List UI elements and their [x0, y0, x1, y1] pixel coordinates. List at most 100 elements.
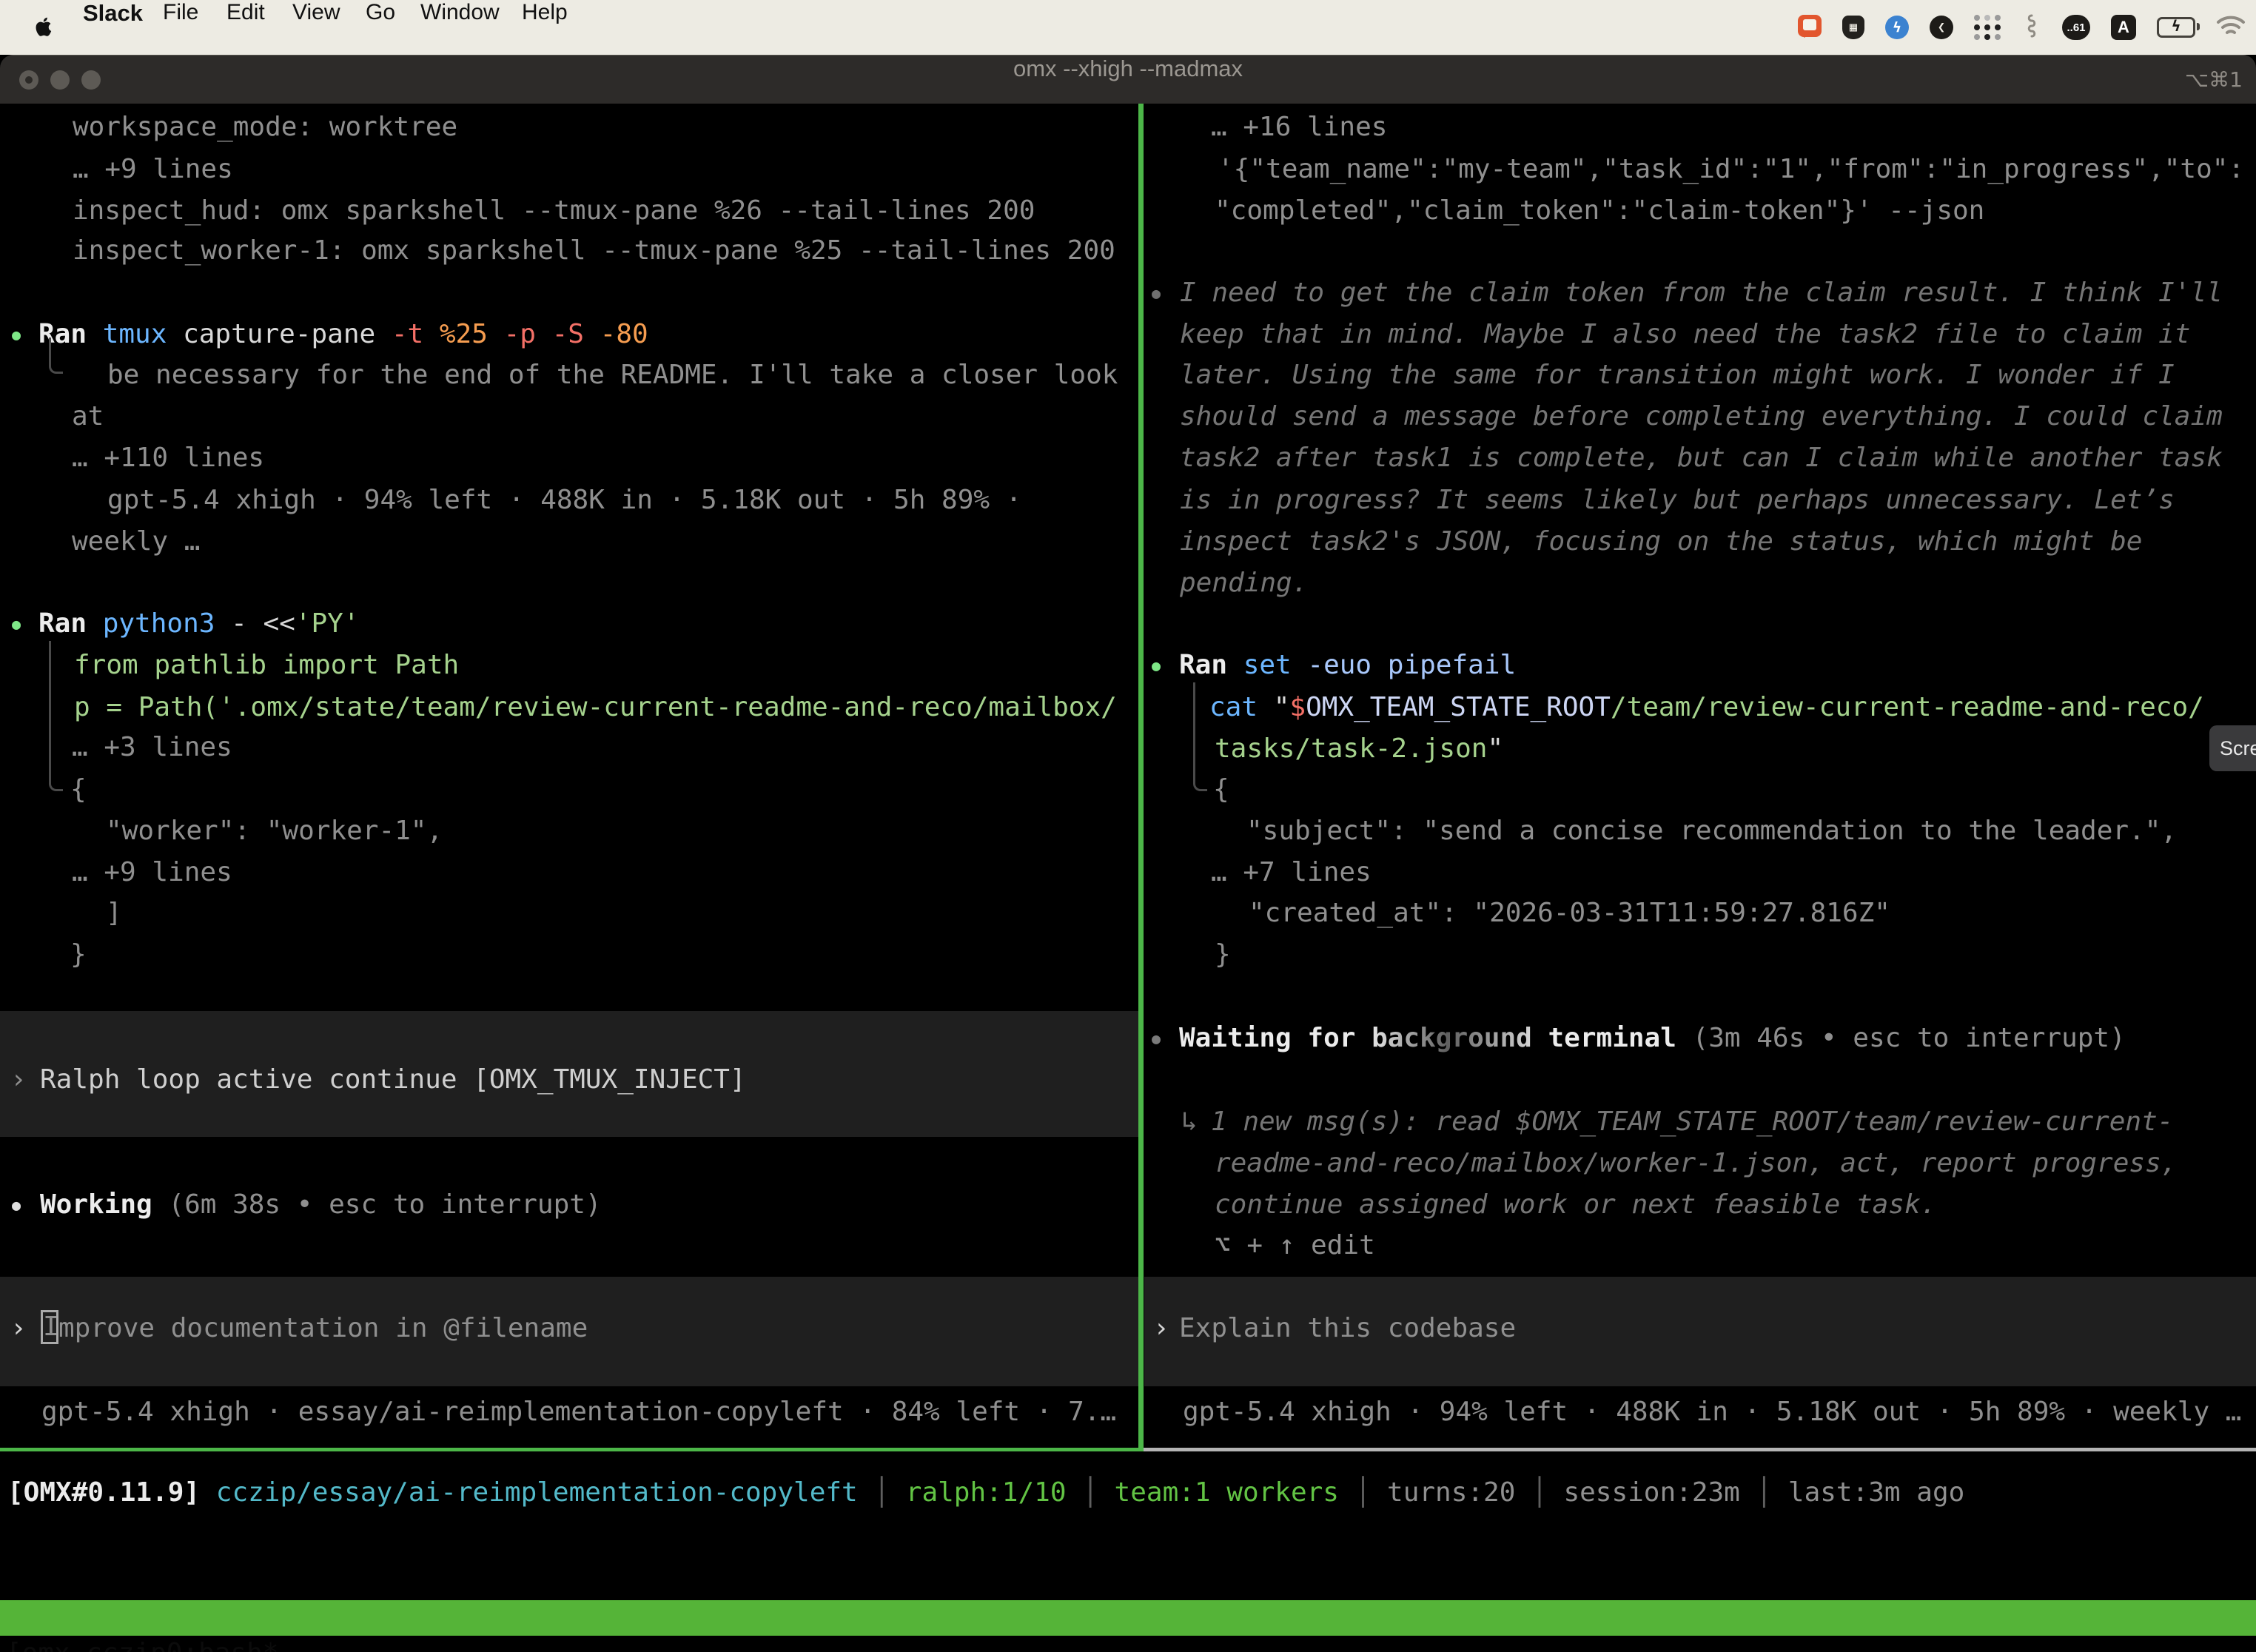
edit-hint: ⌥ + ↑ edit — [1215, 1224, 1375, 1267]
waiting-bullet-icon: ● — [1152, 1017, 1161, 1060]
output-line: workspace_mode: worktree — [73, 106, 457, 149]
menu-item-edit[interactable]: Edit — [226, 0, 265, 55]
keyboard-layout-icon[interactable]: A — [2111, 15, 2136, 40]
battery-icon[interactable]: ϟ — [2157, 17, 2195, 38]
shield-grid-icon[interactable]: ▦ — [1842, 16, 1864, 39]
left-pane-border — [0, 1448, 1144, 1451]
code-line: from pathlib import Path — [74, 644, 459, 687]
chat-bubble-icon[interactable] — [1798, 15, 1822, 40]
ralph-banner-text: Ralph loop active continue [OMX_TMUX_INJ… — [40, 1058, 746, 1101]
waiting-label: Waiting for background terminal — [1179, 1023, 1676, 1053]
prompt-chevron: › — [10, 1058, 27, 1101]
menu-item-go[interactable]: Go — [366, 0, 395, 55]
hook-squiggle-icon[interactable] — [2022, 13, 2041, 41]
command-bullet-icon: ● — [12, 313, 21, 356]
omx-session-time: session:23m — [1563, 1477, 1739, 1508]
output-line: gpt-5.4 xhigh · 94% left · 488K in · 5.1… — [107, 479, 1021, 522]
terminal-window: omx --xhigh --madmax ⌥⌘1 workspace_mode:… — [0, 55, 2256, 1652]
menu-status-icons: ▦ ϟ ❮ ..61 A ϟ — [1798, 0, 2246, 55]
thinking-line: inspect task2's JSON, focusing on the st… — [1180, 520, 2142, 563]
output-line: { — [1213, 768, 1229, 811]
tmux-status-bar: [omx-cczip0:bash* "MacBook-Pro-44.local"… — [0, 1600, 2256, 1636]
left-session-status: gpt-5.4 xhigh · essay/ai-reimplementatio… — [41, 1391, 1116, 1434]
menu-item-window[interactable]: Window — [420, 0, 500, 55]
thinking-line: later. Using the same for transition mig… — [1180, 354, 2175, 397]
collapsed-lines-indicator[interactable]: … +7 lines — [1211, 851, 1372, 894]
screen-overlay-badge: Scre — [2209, 725, 2256, 771]
output-line: ] — [106, 892, 122, 935]
output-line: "worker": "worker-1", — [106, 810, 443, 853]
omx-ralph-counter: ralph:1/10 — [906, 1477, 1067, 1508]
collapsed-lines-indicator[interactable]: … +110 lines — [72, 437, 264, 480]
window-shortcut-badge: ⌥⌘1 — [2185, 56, 2243, 104]
apple-menu-icon[interactable] — [34, 16, 52, 40]
omx-path: cczip/essay/ai-reimplementation-copyleft — [200, 1477, 858, 1508]
prompt-chevron: › — [10, 1307, 27, 1350]
right-pane[interactable]: … +16 lines '{"team_name":"my-team","tas… — [1144, 104, 2256, 1448]
thinking-bullet-icon: ● — [1152, 272, 1161, 315]
thinking-line: is in progress? It seems likely but perh… — [1180, 479, 2175, 522]
output-line: be necessary for the end of the README. … — [107, 354, 1118, 397]
menu-item-file[interactable]: File — [163, 0, 198, 55]
collapsed-lines-indicator[interactable]: … +9 lines — [73, 148, 233, 191]
output-line: inspect_hud: omx sparkshell --tmux-pane … — [73, 189, 1035, 232]
window-title-bar[interactable]: omx --xhigh --madmax ⌥⌘1 — [0, 55, 2256, 104]
msg-arrow-icon: ↳ — [1181, 1101, 1198, 1144]
omx-team-counter: team:1 workers — [1115, 1477, 1339, 1508]
omx-last-activity: last:3m ago — [1788, 1477, 1964, 1508]
output-line: "subject": "send a concise recommendatio… — [1246, 810, 2177, 853]
command-bullet-icon: ● — [12, 602, 21, 645]
working-status-line: ● Working (6m 38s • esc to interrupt) — [0, 1183, 1138, 1226]
right-session-status: gpt-5.4 xhigh · 94% left · 488K in · 5.1… — [1183, 1391, 2241, 1434]
prompt-chevron: › — [1153, 1307, 1169, 1350]
output-line: at — [72, 395, 104, 438]
omx-version: [OMX#0.11.9] — [7, 1477, 200, 1508]
dots-grid-icon[interactable] — [1974, 15, 2001, 40]
thinking-line: pending. — [1180, 562, 1308, 605]
tmux-session-name[interactable]: [omx-cczip0:bash* — [6, 1636, 278, 1652]
mailbox-message-line: continue assigned work or next feasible … — [1215, 1183, 1936, 1226]
working-bullet-icon: ● — [12, 1183, 21, 1226]
code-line: p = Path('.omx/state/team/review-current… — [74, 686, 1117, 729]
thinking-line: keep that in mind. Maybe I also need the… — [1180, 313, 2190, 356]
thinking-line: task2 after task1 is complete, but can I… — [1180, 437, 2223, 480]
pane-divider[interactable] — [1138, 104, 1144, 1451]
thinking-line: I need to get the claim token from the c… — [1180, 272, 2223, 315]
collapsed-lines-indicator[interactable]: … +3 lines — [72, 726, 232, 769]
omx-status-bar: [OMX#0.11.9] cczip/essay/ai-reimplementa… — [7, 1471, 1964, 1514]
mailbox-message-line: readme-and-reco/mailbox/worker-1.json, a… — [1215, 1142, 2177, 1185]
menu-item-help[interactable]: Help — [522, 0, 568, 55]
ralph-banner: › Ralph loop active continue [OMX_TMUX_I… — [0, 1058, 1138, 1101]
output-line: weekly … — [72, 520, 200, 563]
wifi-icon[interactable] — [2216, 15, 2246, 40]
ran-tmux-command-line: ● Ran tmux capture-pane -t %25 -p -S -80 — [0, 313, 1138, 356]
text-cursor: I — [41, 1310, 58, 1344]
waiting-status-line: ● Waiting for background terminal (3m 46… — [1144, 1017, 2256, 1060]
output-line: } — [1215, 933, 1231, 976]
window-title: omx --xhigh --madmax — [0, 56, 2256, 82]
left-prompt-input[interactable]: › Improve documentation in @filename — [0, 1307, 1138, 1350]
output-line: '{"team_name":"my-team","task_id":"1","f… — [1218, 148, 2244, 191]
blue-bolt-badge-icon[interactable]: ϟ — [1885, 16, 1909, 39]
menu-item-view[interactable]: View — [292, 0, 340, 55]
command-bullet-icon: ● — [1152, 644, 1161, 687]
dark-crescent-icon[interactable]: ❮ — [1930, 16, 1953, 39]
screen: Slack File Edit View Go Window Help ▦ ϟ … — [0, 0, 2256, 1652]
menu-bar: Slack File Edit View Go Window Help ▦ ϟ … — [0, 0, 2256, 55]
collapsed-lines-indicator[interactable]: … +9 lines — [72, 851, 232, 894]
omx-turns: turns:20 — [1387, 1477, 1515, 1508]
badge-61-icon[interactable]: ..61 — [2062, 15, 2090, 40]
menu-app-name[interactable]: Slack — [83, 0, 143, 55]
output-line: "created_at": "2026-03-31T11:59:27.816Z" — [1249, 892, 1890, 935]
collapsed-lines-indicator[interactable]: … +16 lines — [1211, 106, 1387, 149]
terminal-content[interactable]: workspace_mode: worktree … +9 lines insp… — [0, 104, 2256, 1652]
right-pane-border — [1144, 1448, 2256, 1451]
output-line: } — [70, 933, 87, 976]
output-line: "completed","claim_token":"claim-token"}… — [1215, 189, 1984, 232]
ran-python-command-line: ● Ran python3 - <<'PY' — [0, 602, 1138, 645]
right-prompt-input[interactable]: › Explain this codebase — [1144, 1307, 2256, 1350]
output-line: inspect_worker-1: omx sparkshell --tmux-… — [73, 229, 1115, 272]
mailbox-message-line: 1 new msg(s): read $OMX_TEAM_STATE_ROOT/… — [1211, 1101, 2173, 1144]
thinking-line: should send a message before completing … — [1180, 395, 2223, 438]
left-pane[interactable]: workspace_mode: worktree … +9 lines insp… — [0, 104, 1138, 1448]
